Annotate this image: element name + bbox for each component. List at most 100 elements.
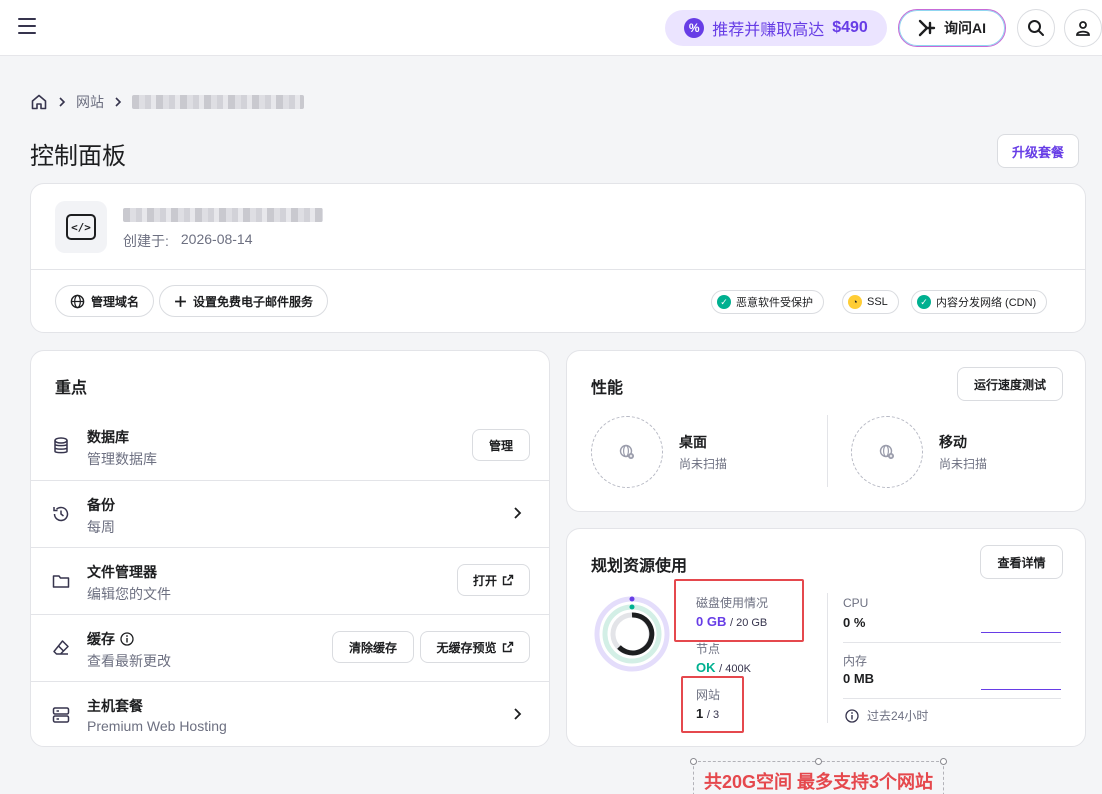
referral-promo-button[interactable]: % 推荐并赚取高达 $490: [665, 10, 887, 46]
cdn-status-badge[interactable]: ✓ 内容分发网络 (CDN): [911, 290, 1048, 314]
plus-icon: [175, 295, 186, 307]
backup-subtitle: 每周: [87, 519, 115, 535]
resource-usage-title: 规划资源使用: [591, 558, 688, 575]
inodes-value: OK / 400K: [696, 660, 751, 675]
created-label: 创建于:: [123, 233, 169, 249]
top-bar: % 推荐并赚取高达 $490 询问AI: [0, 0, 1102, 56]
cdn-status-label: 内容分发网络 (CDN): [936, 297, 1037, 309]
open-label: 打开: [472, 573, 497, 588]
check-circle-icon: ✓: [917, 295, 931, 309]
period-label: 过去24小时: [867, 709, 929, 723]
desktop-score-gauge: [591, 416, 663, 488]
site-created: 创建于: 2026-08-14: [123, 231, 253, 251]
inodes-label: 节点: [696, 642, 721, 656]
resource-usage-card: 规划资源使用 查看详情 磁盘使用情况 0 GB / 20 GB 节点 OK / …: [566, 528, 1086, 747]
cache-subtitle: 查看最新更改: [87, 653, 171, 669]
eraser-icon: [53, 640, 69, 655]
chevron-right-icon: [514, 507, 522, 519]
performance-title: 性能: [591, 380, 624, 397]
desktop-status: 尚未扫描: [679, 457, 728, 471]
database-title: 数据库: [87, 429, 129, 445]
cpu-value: 0 %: [843, 615, 866, 630]
inodes-total: / 400K: [719, 663, 751, 675]
user-icon: [1076, 21, 1090, 36]
check-circle-icon: ✓: [717, 295, 731, 309]
site-overview-card: </> 创建于: 2026-08-14 管理域名 设置免费电子邮件服务 ✓ 恶意…: [30, 183, 1086, 333]
file-manager-row[interactable]: 文件管理器 编辑您的文件 打开: [31, 547, 549, 614]
promo-amount: $490: [832, 19, 868, 36]
resize-handle: [690, 758, 697, 765]
memory-value: 0 MB: [843, 671, 875, 686]
setup-email-button[interactable]: 设置免费电子邮件服务: [159, 285, 329, 317]
ssl-status-badge[interactable]: ◔ SSL: [842, 290, 899, 314]
websites-highlight-box: [681, 676, 744, 733]
cache-row[interactable]: 缓存 查看最新更改 清除缓存 无缓存预览: [31, 614, 549, 681]
hosting-plan-row[interactable]: 主机套餐 Premium Web Hosting: [31, 681, 549, 748]
manage-database-button[interactable]: 管理: [472, 429, 530, 461]
search-button[interactable]: [1017, 9, 1055, 47]
divider: [31, 269, 1085, 270]
breadcrumb-websites[interactable]: 网站: [76, 92, 104, 112]
cpu-sparkline: [981, 632, 1061, 633]
breadcrumb: 网站: [30, 92, 304, 112]
external-link-icon: [502, 641, 513, 653]
database-row[interactable]: 数据库 管理数据库 管理: [31, 413, 549, 480]
performance-card: 性能 运行速度测试 桌面 尚未扫描 移动 尚未扫描: [566, 350, 1086, 512]
globe-scan-icon: [879, 444, 894, 459]
site-domain-redacted: [123, 208, 323, 227]
focus-card: 重点 数据库 管理数据库 管理 备份 每周 文件管理器 编辑您的文件 打开 缓存…: [30, 350, 550, 747]
open-file-manager-button[interactable]: 打开: [457, 564, 530, 596]
annotation-callout: 共20G空间 最多支持3个网站: [690, 758, 947, 794]
external-link-icon: [502, 574, 514, 586]
focus-title: 重点: [55, 380, 88, 397]
home-icon[interactable]: [30, 93, 48, 111]
view-details-button[interactable]: 查看详情: [980, 545, 1063, 579]
clear-cache-button[interactable]: 清除缓存: [332, 631, 414, 663]
menu-icon[interactable]: [18, 18, 36, 34]
manage-domain-label: 管理域名: [91, 294, 140, 309]
cache-title-text: 缓存: [87, 631, 115, 647]
divider: [827, 593, 828, 723]
mobile-label: 移动: [939, 434, 967, 450]
ai-sparkle-icon: [918, 19, 936, 37]
page-title: 控制面板: [30, 143, 126, 170]
mobile-status: 尚未扫描: [939, 457, 988, 471]
folder-icon: [52, 575, 70, 588]
malware-status-badge[interactable]: ✓ 恶意软件受保护: [711, 290, 824, 314]
chevron-right-icon: [514, 708, 522, 720]
preview-no-cache-button[interactable]: 无缓存预览: [420, 631, 530, 663]
history-icon: [53, 506, 69, 522]
ssl-status-label: SSL: [867, 296, 888, 308]
info-icon[interactable]: [120, 632, 134, 646]
ask-ai-button[interactable]: 询问AI: [898, 9, 1006, 47]
badge-percent-icon: %: [684, 18, 705, 38]
run-speed-test-button[interactable]: 运行速度测试: [957, 367, 1063, 401]
annotation-text: 共20G空间 最多支持3个网站: [703, 772, 934, 792]
divider: [843, 698, 1061, 699]
file-manager-title: 文件管理器: [87, 564, 157, 580]
backup-title: 备份: [87, 497, 115, 513]
divider: [843, 642, 1061, 643]
created-date: 2026-08-14: [180, 231, 253, 247]
clock-icon: ◔: [848, 295, 862, 309]
chevron-right-icon: [59, 97, 66, 107]
file-manager-subtitle: 编辑您的文件: [87, 586, 171, 602]
period-note: 过去24小时: [845, 707, 928, 724]
upgrade-plan-button[interactable]: 升级套餐: [997, 134, 1079, 168]
promo-text: 推荐并赚取高达: [712, 22, 825, 39]
hosting-plan-title: 主机套餐: [87, 698, 143, 714]
mobile-score-gauge: [851, 416, 923, 488]
info-icon: [845, 708, 859, 723]
backup-row[interactable]: 备份 每周: [31, 480, 549, 547]
database-icon: [54, 437, 68, 454]
database-subtitle: 管理数据库: [87, 451, 157, 467]
website-icon: </>: [55, 201, 107, 253]
chevron-right-icon: [115, 97, 122, 107]
divider: [827, 415, 828, 487]
memory-sparkline: [981, 689, 1061, 690]
account-button[interactable]: [1064, 9, 1102, 47]
cache-title: 缓存: [87, 629, 134, 649]
memory-label: 内存: [843, 654, 868, 668]
manage-domain-button[interactable]: 管理域名: [55, 285, 155, 317]
server-icon: [52, 707, 70, 723]
